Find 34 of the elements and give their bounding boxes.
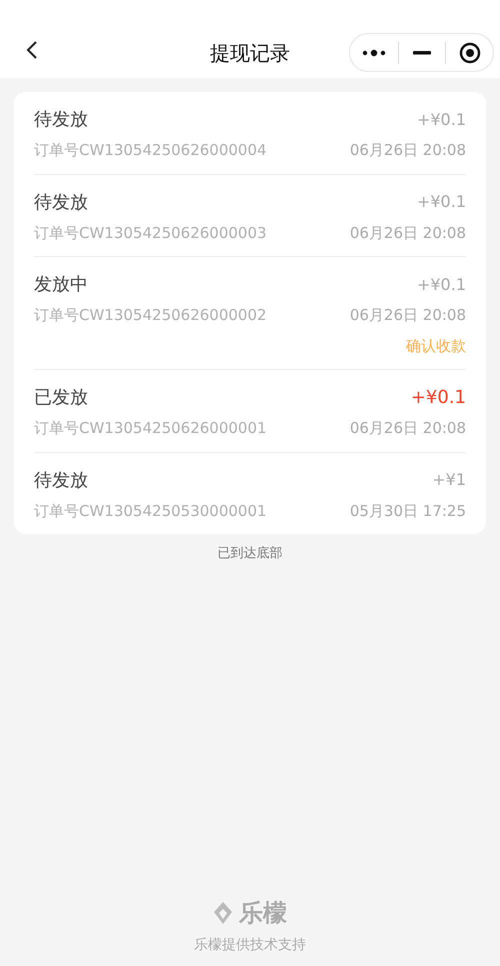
time-text: 06月26日 20:08 (350, 418, 466, 439)
status-text: 待发放 (34, 108, 88, 132)
record-row[interactable]: 发放中 +¥0.1 订单号CW13054250626000002 06月26日 20:08 确认收款 (34, 257, 466, 370)
amount-text: +¥0.1 (416, 274, 466, 296)
minimize-icon (413, 50, 431, 54)
credit-text: 乐檬提供技术支持 (194, 936, 306, 955)
time-text: 06月26日 20:08 (350, 140, 466, 161)
status-text: 待发放 (34, 468, 88, 492)
page-title: 提现记录 (209, 40, 291, 67)
amount-text: +¥0.1 (410, 386, 466, 410)
record-row[interactable]: 待发放 +¥0.1 订单号CW13054250626000003 06月26日 20:08 (34, 174, 466, 257)
amount-text: +¥0.1 (416, 108, 466, 130)
order-number: 订单号CW13054250626000002 (34, 305, 267, 326)
record-row[interactable]: 待发放 +¥1 订单号CW13054250530000001 05月30日 17:25 (34, 452, 466, 534)
status-text: 待发放 (34, 190, 88, 214)
status-text: 发放中 (34, 273, 88, 297)
amount-text: +¥0.1 (416, 191, 466, 213)
back-icon (26, 40, 38, 60)
order-number: 订单号CW13054250530000001 (34, 500, 267, 522)
logo-icon (213, 901, 233, 925)
end-note: 已到达底部 (216, 545, 284, 563)
more-icon (362, 48, 386, 56)
record-row[interactable]: 已发放 +¥0.1 订单号CW13054250626000001 06月26日 20:08 (34, 370, 466, 452)
time-text: 06月26日 20:08 (350, 305, 466, 326)
close-icon (458, 42, 480, 64)
order-number: 订单号CW13054250626000001 (34, 418, 267, 439)
order-number: 订单号CW13054250626000004 (34, 140, 267, 161)
order-number: 订单号CW13054250626000003 (34, 222, 267, 244)
amount-text: +¥1 (432, 469, 466, 491)
time-text: 06月26日 20:08 (350, 222, 466, 244)
status-text: 已发放 (34, 386, 88, 410)
time-text: 05月30日 17:25 (350, 500, 466, 522)
brand-name: 乐檬 (239, 898, 287, 929)
record-row[interactable]: 待发放 +¥0.1 订单号CW13054250626000004 06月26日 20:08 (34, 92, 466, 174)
